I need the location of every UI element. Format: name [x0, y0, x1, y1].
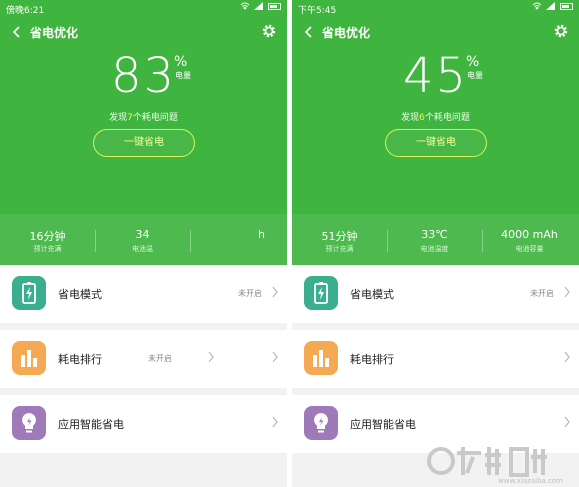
- bulb-icon: [12, 406, 46, 440]
- battery-level-display: 83 % 电量: [0, 48, 287, 108]
- item-state: 未开启: [238, 289, 262, 298]
- stat-temperature: 34 电池温: [95, 214, 190, 265]
- wifi-icon: [532, 2, 542, 10]
- item-label: 省电模式: [350, 288, 394, 301]
- stat-capacity: h: [190, 214, 285, 265]
- wifi-icon: [240, 2, 250, 10]
- chevron-right-icon: [564, 416, 570, 428]
- chevron-right-icon: [564, 286, 570, 298]
- percent-sign: %: [174, 54, 188, 70]
- one-click-save-button[interactable]: 一键省电: [93, 129, 195, 157]
- stat-value: 4000 mAh: [501, 228, 558, 241]
- status-bar: 傍晚6:21: [0, 0, 287, 16]
- page-title: 省电优化: [322, 26, 371, 40]
- gear-icon[interactable]: [261, 23, 277, 39]
- issues-prefix: 发现: [401, 113, 420, 123]
- item-state: 未开启: [530, 289, 554, 298]
- battery-icon: [12, 276, 46, 310]
- list-item-power-ranking[interactable]: 耗电排行: [292, 330, 579, 388]
- percent-sign: %: [466, 54, 480, 70]
- stat-label: 预计充满: [33, 245, 62, 253]
- list-item-power-save-mode[interactable]: 省电模式 未开启: [0, 265, 287, 323]
- chevron-right-icon: [272, 416, 278, 428]
- signal-icon: [546, 2, 555, 10]
- watermark-url: www.xiazaiba.com: [498, 477, 563, 485]
- battery-level-label: 电量: [467, 71, 483, 80]
- battery-stats-row: 51分钟 预计充满 33℃ 电池温度 4000 mAh 电池容量: [292, 214, 579, 265]
- list-item-smart-app-saving[interactable]: 应用智能省电: [0, 395, 287, 453]
- status-bar: 下午5:45: [292, 0, 579, 16]
- stat-temperature: 33℃ 电池温度: [387, 214, 482, 265]
- battery-status-icon: [560, 2, 573, 10]
- item-state: 未开启: [148, 354, 172, 363]
- chevron-right-icon: [272, 351, 278, 363]
- stat-value: 33℃: [421, 228, 448, 241]
- phone-screen-left: 傍晚6:21 省电优化 83 % 电量 发现7个耗电问题 一键省电 16分钟 预…: [0, 0, 287, 487]
- status-time: 傍晚6:21: [6, 6, 45, 16]
- list-item-power-save-mode[interactable]: 省电模式 未开启: [292, 265, 579, 323]
- list-item-power-ranking[interactable]: 耗电排行 未开启: [0, 330, 287, 388]
- battery-stats-row: 16分钟 预计充满 34 电池温 h: [0, 214, 287, 265]
- issues-found-text: 发现7个耗电问题: [0, 110, 287, 123]
- item-label: 耗电排行: [350, 353, 394, 366]
- signal-icon: [254, 2, 263, 10]
- bar-chart-icon: [304, 341, 338, 375]
- stat-label: 电池容量: [515, 245, 544, 253]
- bulb-icon: [304, 406, 338, 440]
- status-time: 下午5:45: [298, 6, 337, 16]
- battery-icon: [304, 276, 338, 310]
- item-label: 应用智能省电: [350, 418, 416, 431]
- item-label: 应用智能省电: [58, 418, 124, 431]
- stat-charge-time: 16分钟 预计充满: [0, 214, 95, 265]
- item-label: 耗电排行: [58, 353, 102, 366]
- stat-charge-time: 51分钟 预计充满: [292, 214, 387, 265]
- issues-prefix: 发现: [109, 113, 128, 123]
- back-arrow-icon[interactable]: [302, 24, 316, 40]
- battery-status-icon: [268, 2, 281, 10]
- issues-found-text: 发现6个耗电问题: [292, 110, 579, 123]
- stat-capacity: 4000 mAh 电池容量: [482, 214, 577, 265]
- one-click-save-button[interactable]: 一键省电: [385, 129, 487, 157]
- battery-level-display: 45 % 电量: [292, 48, 579, 108]
- battery-percent-value: 83: [110, 48, 177, 104]
- back-arrow-icon[interactable]: [10, 24, 24, 40]
- stat-value: 34: [135, 228, 150, 241]
- battery-percent-value: 45: [402, 48, 469, 104]
- issues-suffix: 个耗电问题: [132, 113, 178, 123]
- stat-label: 电池温: [132, 245, 153, 253]
- stat-label: 电池温度: [420, 245, 449, 253]
- stat-value: 51分钟: [321, 230, 358, 243]
- chevron-right-icon: [564, 351, 570, 363]
- phone-screen-right: 下午5:45 省电优化 45 % 电量 发现6个耗电问题 一键省电 51分钟 预…: [292, 0, 579, 487]
- stat-value: h: [258, 228, 265, 241]
- battery-level-label: 电量: [175, 71, 191, 80]
- chevron-right-icon: [208, 351, 214, 363]
- page-title: 省电优化: [30, 26, 79, 40]
- bar-chart-icon: [12, 341, 46, 375]
- chevron-right-icon: [272, 286, 278, 298]
- stat-label: 预计充满: [325, 245, 354, 253]
- item-label: 省电模式: [58, 288, 102, 301]
- issues-suffix: 个耗电问题: [424, 113, 470, 123]
- stat-value: 16分钟: [29, 230, 66, 243]
- gear-icon[interactable]: [553, 23, 569, 39]
